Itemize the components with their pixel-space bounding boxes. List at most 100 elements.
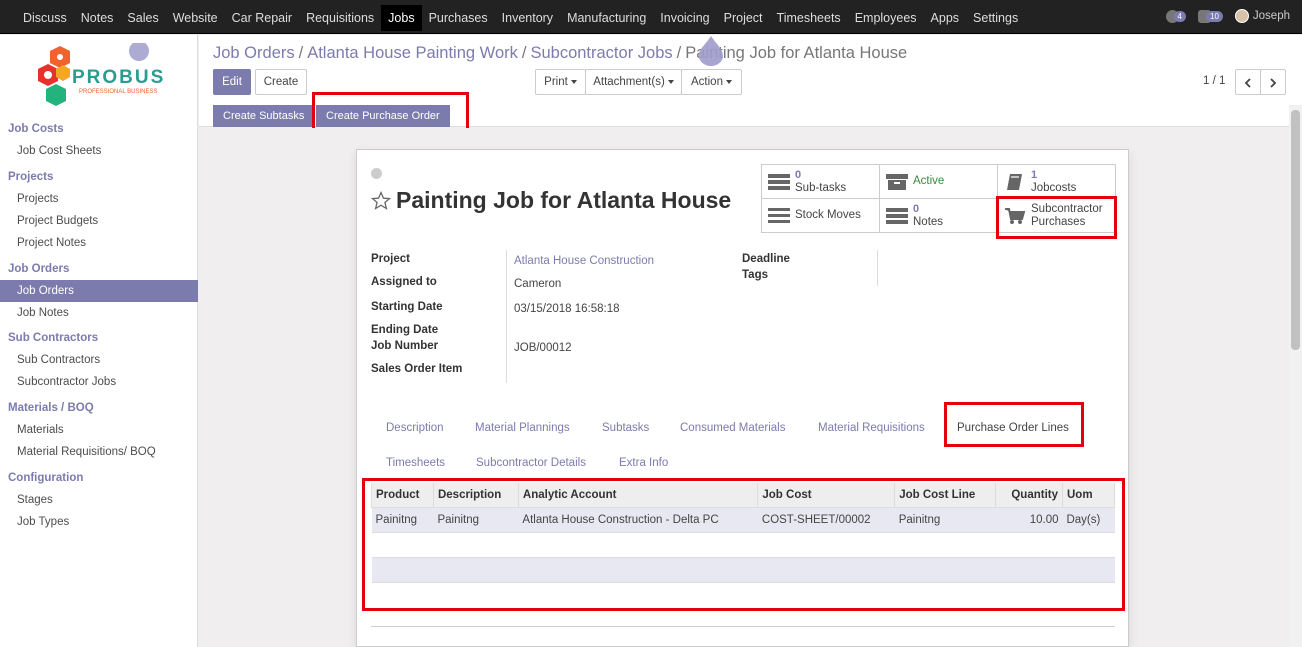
menu-inventory[interactable]: Inventory bbox=[495, 5, 560, 31]
breadcrumb-subcontractor-jobs[interactable]: Subcontractor Jobs bbox=[530, 44, 672, 62]
sidebar-item-projects[interactable]: Projects bbox=[0, 188, 198, 210]
chat-systray[interactable]: 4 bbox=[1165, 9, 1186, 23]
menu-timesheets[interactable]: Timesheets bbox=[770, 5, 848, 31]
sidebar-item-sub-contractors[interactable]: Sub Contractors bbox=[0, 349, 198, 371]
breadcrumb: Job Orders / Atlanta House Painting Work / S… bbox=[213, 44, 908, 62]
jobcosts-smart-button[interactable]: 1 Jobcosts bbox=[997, 164, 1116, 199]
sidebar-heading-job-orders[interactable]: Job Orders bbox=[0, 259, 198, 280]
tasks-icon bbox=[767, 173, 791, 191]
tab-description[interactable]: Description bbox=[386, 422, 444, 434]
breadcrumb-job-orders[interactable]: Job Orders bbox=[213, 44, 295, 62]
attachments-dropdown[interactable]: Attachment(s) bbox=[585, 69, 682, 95]
book-icon bbox=[1003, 172, 1027, 192]
project-value[interactable]: Atlanta House Construction bbox=[514, 255, 654, 267]
sidebar-item-job-cost-sheets[interactable]: Job Cost Sheets bbox=[0, 140, 198, 162]
tab-subtasks[interactable]: Subtasks bbox=[602, 422, 649, 434]
sidebar-item-job-types[interactable]: Job Types bbox=[0, 511, 198, 533]
menu-settings[interactable]: Settings bbox=[966, 5, 1025, 31]
logo-name: PROBUSE bbox=[72, 67, 166, 88]
menu-project[interactable]: Project bbox=[717, 5, 770, 31]
action-label: Action bbox=[691, 76, 723, 88]
active-label: Active bbox=[913, 175, 945, 187]
sidebar-item-project-budgets[interactable]: Project Budgets bbox=[0, 210, 198, 232]
divider bbox=[371, 626, 1115, 627]
tab-consumed-materials[interactable]: Consumed Materials bbox=[680, 422, 785, 434]
activity-systray[interactable]: 10 bbox=[1198, 9, 1223, 23]
starting-date-value[interactable]: 03/15/2018 16:58:18 bbox=[514, 303, 620, 315]
menu-jobs[interactable]: Jobs bbox=[381, 5, 422, 31]
jobcosts-label: Jobcosts bbox=[1031, 181, 1077, 194]
systray: 4 10 Joseph bbox=[1165, 9, 1290, 23]
caret-down-icon bbox=[570, 79, 577, 84]
menu-manufacturing[interactable]: Manufacturing bbox=[560, 5, 653, 31]
subtasks-label: Sub-tasks bbox=[795, 181, 847, 194]
sidebar-item-materials[interactable]: Materials bbox=[0, 419, 198, 441]
menu-sales[interactable]: Sales bbox=[120, 5, 165, 31]
sidebar-item-stages[interactable]: Stages bbox=[0, 489, 198, 511]
user-menu[interactable]: Joseph bbox=[1234, 9, 1290, 23]
sidebar-item-project-notes[interactable]: Project Notes bbox=[0, 232, 198, 254]
notes-label: Notes bbox=[913, 215, 944, 228]
tab-material-plannings[interactable]: Material Plannings bbox=[475, 422, 570, 434]
print-dropdown[interactable]: Print bbox=[535, 69, 586, 95]
create-button[interactable]: Create bbox=[255, 69, 307, 95]
pager-next-button[interactable] bbox=[1260, 69, 1286, 95]
chevron-left-icon bbox=[1244, 78, 1251, 88]
star-icon[interactable] bbox=[371, 190, 391, 211]
pager-value[interactable]: 1 / 1 bbox=[1203, 75, 1225, 87]
pager-previous-button[interactable] bbox=[1235, 69, 1261, 95]
field-separator bbox=[506, 250, 507, 383]
sidebar-heading-sub-contractors[interactable]: Sub Contractors bbox=[0, 328, 198, 349]
scrollbar[interactable] bbox=[1289, 105, 1302, 647]
top-navbar: Discuss Notes Sales Website Car Repair R… bbox=[0, 0, 1302, 34]
breadcrumb-atlanta-house-painting-work[interactable]: Atlanta House Painting Work bbox=[307, 44, 518, 62]
job-number-value[interactable]: JOB/00012 bbox=[514, 342, 572, 354]
sidebar-heading-configuration[interactable]: Configuration bbox=[0, 468, 198, 489]
sidebar-heading-materials-boq[interactable]: Materials / BOQ bbox=[0, 398, 198, 419]
list-icon bbox=[767, 207, 791, 225]
tab-subcontractor-details[interactable]: Subcontractor Details bbox=[476, 457, 586, 469]
sidebar-item-subcontractor-jobs[interactable]: Subcontractor Jobs bbox=[0, 371, 198, 393]
subtasks-smart-button[interactable]: 0 Sub-tasks bbox=[761, 164, 880, 199]
sidebar-item-job-notes[interactable]: Job Notes bbox=[0, 302, 198, 324]
menu-invoicing[interactable]: Invoicing bbox=[653, 5, 716, 31]
svg-text:PROFESSIONAL BUSINESS: PROFESSIONAL BUSINESS bbox=[79, 89, 157, 95]
menu-purchases[interactable]: Purchases bbox=[422, 5, 495, 31]
tags-label: Tags bbox=[742, 269, 768, 281]
sidebar-item-material-requisitions[interactable]: Material Requisitions/ BOQ bbox=[0, 441, 198, 463]
sidebar-heading-projects[interactable]: Projects bbox=[0, 167, 198, 188]
notes-smart-button[interactable]: 0 Notes bbox=[879, 198, 998, 233]
scrollbar-thumb[interactable] bbox=[1291, 110, 1300, 350]
tab-material-requisitions[interactable]: Material Requisitions bbox=[818, 422, 925, 434]
record-title: Painting Job for Atlanta House bbox=[371, 187, 731, 214]
subtasks-count: 0 bbox=[795, 168, 802, 181]
tab-extra-info[interactable]: Extra Info bbox=[619, 457, 668, 469]
menu-discuss[interactable]: Discuss bbox=[16, 5, 74, 31]
menu-website[interactable]: Website bbox=[166, 5, 225, 31]
tab-timesheets[interactable]: Timesheets bbox=[386, 457, 445, 469]
print-label: Print bbox=[544, 76, 568, 88]
stock-moves-smart-button[interactable]: Stock Moves bbox=[761, 198, 880, 233]
record-title-text: Painting Job for Atlanta House bbox=[396, 187, 732, 213]
sidebar-item-job-orders[interactable]: Job Orders bbox=[0, 280, 198, 302]
edit-button[interactable]: Edit bbox=[213, 69, 251, 95]
menu-notes[interactable]: Notes bbox=[74, 5, 121, 31]
highlight-purchase-order-lines-table bbox=[362, 478, 1125, 611]
sidebar-section-materials: Materials / BOQ Materials Material Requi… bbox=[0, 398, 198, 463]
assigned-to-label: Assigned to bbox=[371, 276, 437, 288]
menu-requisitions[interactable]: Requisitions bbox=[299, 5, 381, 31]
sidebar-section-job-orders: Job Orders Job Orders Job Notes bbox=[0, 259, 198, 324]
menu-apps[interactable]: Apps bbox=[924, 5, 967, 31]
menu-car-repair[interactable]: Car Repair bbox=[225, 5, 299, 31]
create-subtasks-button[interactable]: Create Subtasks bbox=[213, 105, 315, 127]
assigned-to-value[interactable]: Cameron bbox=[514, 278, 561, 290]
jobcosts-count: 1 bbox=[1031, 168, 1038, 181]
field-separator bbox=[877, 250, 878, 286]
kanban-state-icon[interactable] bbox=[371, 168, 382, 179]
sidebar-heading-job-costs[interactable]: Job Costs bbox=[0, 119, 198, 140]
menu-employees[interactable]: Employees bbox=[848, 5, 924, 31]
active-toggle-button[interactable]: Active bbox=[879, 164, 998, 199]
action-dropdown[interactable]: Action bbox=[681, 69, 742, 95]
project-label: Project bbox=[371, 253, 410, 265]
sidebar-section-projects: Projects Projects Project Budgets Projec… bbox=[0, 167, 198, 254]
